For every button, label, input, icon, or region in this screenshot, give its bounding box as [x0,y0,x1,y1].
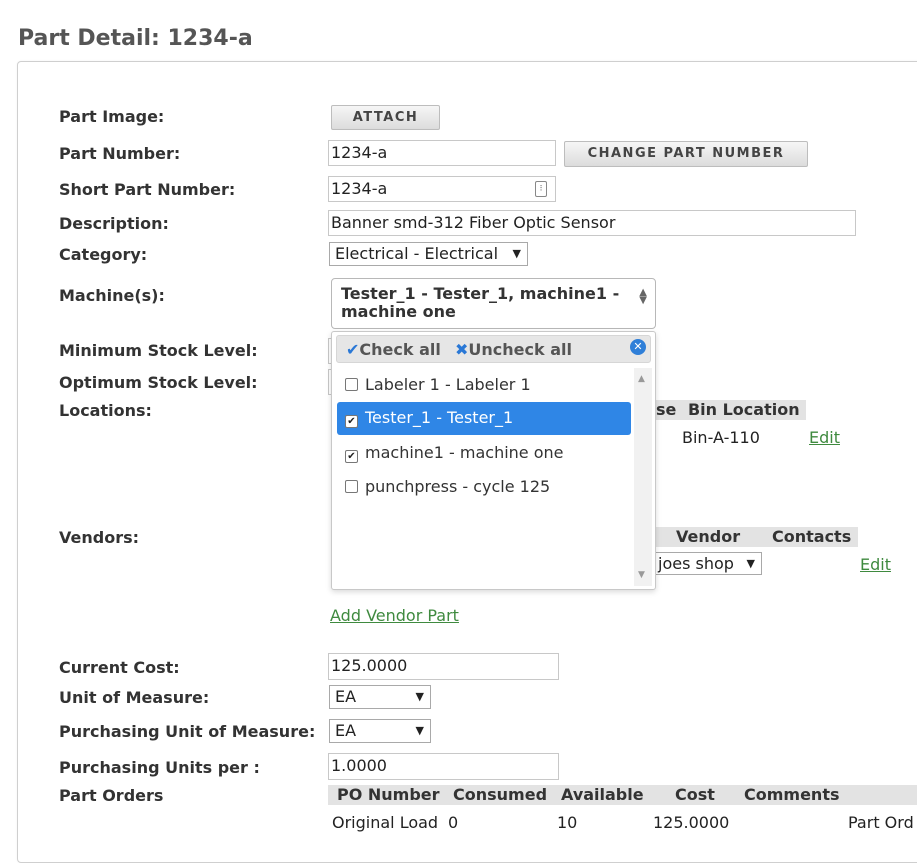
vendor-value: joes shop [658,554,734,573]
check-all-button[interactable]: ✔Check all [346,340,441,359]
dropdown-arrow-icon: ▼ [746,557,755,570]
orders-table-header: PO Number Consumed Available Cost Commen… [328,785,917,805]
description-label: Description: [59,214,169,233]
available-header: Available [561,785,644,804]
category-select[interactable]: Electrical - Electrical ▼ [329,242,528,266]
uom-select[interactable]: EA ▼ [329,685,431,709]
bin-location-cell: Bin-A-110 [682,428,760,447]
consumed-cell: 0 [448,813,459,832]
page-title: Part Detail: 1234-a [18,26,253,51]
location-edit-link[interactable]: Edit [809,428,840,447]
uncheck-all-button[interactable]: ✖Uncheck all [455,340,572,359]
category-value: Electrical - Electrical [335,244,499,263]
consumed-header: Consumed [453,785,548,804]
short-part-number-input[interactable]: 1234-a ⁝ [328,176,556,202]
vendor-edit-link[interactable]: Edit [860,555,891,574]
checkbox-unchecked-icon [345,480,358,493]
locations-table-header: se Bin Location [654,400,806,420]
table-row: Original Load 0 10 125.0000 Part Ord [328,811,917,837]
category-label: Category: [59,245,148,264]
menu-item-labeler-1[interactable]: Labeler 1 - Labeler 1 [337,369,631,401]
updown-arrow-icon: ▲ ▼ [639,287,647,306]
add-vendor-part-link[interactable]: Add Vendor Part [330,606,459,625]
locations-label: Locations: [59,401,152,420]
short-part-number-label: Short Part Number: [59,180,236,199]
checkbox-unchecked-icon[interactable] [345,378,358,391]
cost-cell: 125.0000 [653,813,730,832]
part-image-label: Part Image: [59,107,165,126]
available-cell: 10 [557,813,578,832]
part-orders-label: Part Orders [59,786,164,805]
scroll-down-icon[interactable]: ▼ [638,570,645,580]
machines-dropdown-menu: ✔Check all ✖Uncheck all ✕ Labeler 1 - La… [331,331,656,590]
po-number-cell: Original Load [332,813,439,832]
short-part-number-value: 1234-a [331,179,388,198]
locations-header-col: se [656,400,677,419]
dropdown-arrow-icon: ▼ [415,690,424,703]
menu-item-punchpress[interactable]: punchpress - cycle 125 [337,471,631,503]
vendor-select[interactable]: joes shop ▼ [652,552,762,575]
pu-per-input[interactable]: 1.0000 [328,753,559,780]
change-part-number-button[interactable]: CHANGE PART NUMBER [564,141,808,167]
part-number-input[interactable]: 1234-a [328,140,556,166]
close-icon[interactable]: ✕ [630,339,646,355]
contacts-header: Contacts [772,527,852,546]
dropdown-arrow-icon: ▼ [415,724,424,737]
uom-label: Unit of Measure: [59,688,210,707]
dropdown-arrow-icon: ▼ [512,247,521,260]
menu-scrollbar[interactable]: ▲ ▼ [634,368,652,586]
menu-item-machine1[interactable]: ✔ machine1 - machine one [337,437,631,469]
comments-cell: Part Ord [848,813,914,832]
vendors-table-header: Vendor Contacts [654,527,858,547]
contact-card-icon[interactable]: ⁝ [535,181,547,197]
checkbox-checked-icon[interactable]: ✔ [345,450,358,463]
machines-value: Tester_1 - Tester_1, machine1 - machine … [341,284,620,321]
vendor-header: Vendor [676,527,741,546]
x-icon: ✖ [455,340,469,359]
cost-header: Cost [675,785,715,804]
scroll-up-icon[interactable]: ▲ [638,374,645,384]
attach-button[interactable]: ATTACH [331,105,440,130]
checkbox-checked-icon[interactable]: ✔ [345,415,358,428]
puom-select[interactable]: EA ▼ [329,719,431,743]
machines-select[interactable]: Tester_1 - Tester_1, machine1 - machine … [331,278,656,329]
current-cost-label: Current Cost: [59,658,180,677]
bin-location-header: Bin Location [687,400,800,419]
description-input[interactable]: Banner smd-312 Fiber Optic Sensor [328,210,856,236]
current-cost-input[interactable]: 125.0000 [328,653,559,680]
uom-value: EA [335,687,357,706]
vendors-label: Vendors: [59,528,140,547]
part-number-label: Part Number: [59,144,181,163]
puom-value: EA [335,721,357,740]
comments-header: Comments [744,785,840,804]
puom-label: Purchasing Unit of Measure: [59,722,316,741]
pu-per-label: Purchasing Units per : [59,758,260,777]
menu-item-tester-1[interactable]: ✔ Tester_1 - Tester_1 [337,402,631,435]
machines-label: Machine(s): [59,286,165,305]
opt-stock-label: Optimum Stock Level: [59,373,258,392]
po-number-header: PO Number [337,785,440,804]
min-stock-label: Minimum Stock Level: [59,341,258,360]
menu-header: ✔Check all ✖Uncheck all ✕ [336,335,651,363]
check-icon: ✔ [346,340,360,359]
